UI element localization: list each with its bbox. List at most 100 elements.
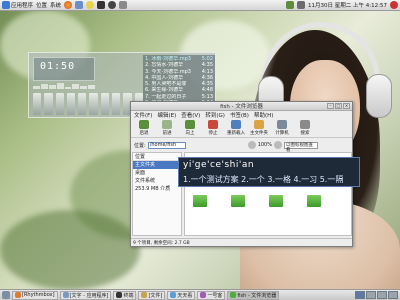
ime-candidate-list[interactable]: 1.一个测试方案 2.一个 3.一格 4.一习 5.一隔: [183, 174, 343, 185]
menu-item-5[interactable]: 帮助(H): [254, 111, 273, 119]
back-icon: [139, 120, 149, 129]
folder-icon[interactable]: [269, 195, 283, 207]
firefox-launcher-icon[interactable]: [64, 1, 73, 9]
clock[interactable]: 11月30日 星期二 上午 4:12:57: [308, 1, 387, 9]
toolbar-button[interactable]: 计算机: [272, 120, 292, 137]
sidebar-item[interactable]: 桌面: [133, 169, 181, 177]
camera-launcher-icon[interactable]: [108, 1, 117, 9]
taskbar-item-label: fish - 文件浏览器: [237, 292, 277, 299]
toolbar-button[interactable]: 停止: [203, 120, 223, 137]
minimize-icon[interactable]: –: [327, 103, 334, 109]
menu-item-3[interactable]: 转到(G): [205, 111, 225, 119]
toolbar-button[interactable]: 后退: [134, 120, 154, 137]
toolbar-button[interactable]: 主文件夹: [249, 120, 269, 137]
show-desktop-icon[interactable]: [2, 291, 10, 299]
equalizer[interactable]: [33, 93, 143, 115]
toolbar: 后退 前进 向上 停止 重新载入 主文件夹 计算机 搜索: [131, 120, 352, 138]
menu-item-4[interactable]: 书签(B): [230, 111, 249, 119]
sidebar-item[interactable]: 文件系统: [133, 177, 181, 185]
menu-item-1[interactable]: 编辑(E): [157, 111, 176, 119]
player-display: 01:50: [33, 57, 95, 81]
taskbar-item[interactable]: [文字 - 应用程序]: [59, 290, 112, 300]
taskbar-item-label: [文件]: [148, 292, 163, 299]
toolbar-button[interactable]: 向上: [180, 120, 200, 137]
sidebar-item[interactable]: 253.9 MB 介质: [133, 185, 181, 193]
window-icon: [62, 292, 69, 298]
ime-candidate-window: yi'ge'ce'shi'an 1.一个测试方案 2.一个 3.一格 4.一习 …: [178, 157, 360, 187]
music-launcher-icon[interactable]: [97, 1, 106, 9]
home-icon: [254, 120, 264, 129]
taskbar-item-label: 天天看: [177, 292, 193, 299]
system-menu[interactable]: 系统: [50, 1, 61, 9]
menu-item-0[interactable]: 文件(F): [134, 111, 152, 119]
location-label: 位置:: [134, 142, 146, 149]
taskbar-item[interactable]: [文件]: [138, 290, 166, 300]
zoom-out-icon[interactable]: [247, 141, 256, 149]
workspace-2[interactable]: [366, 291, 376, 299]
mail-launcher-icon[interactable]: [75, 1, 84, 9]
close-icon[interactable]: ×: [343, 103, 350, 109]
folder-icon[interactable]: [307, 195, 321, 207]
taskbar-item-label: 终端: [123, 292, 134, 299]
window-icon: [116, 292, 123, 298]
toolbar-button-label: 后退: [139, 131, 149, 136]
status-bar: 9 个项目, 剩余空间: 2.7 GB: [131, 238, 352, 247]
workspace-1[interactable]: [355, 291, 365, 299]
window-icon: [170, 292, 177, 298]
zoom-level: 100%: [257, 142, 272, 148]
toolbar-button-label: 停止: [208, 131, 218, 136]
system-tray: 11月30日 星期二 上午 4:12:57: [286, 1, 398, 9]
taskbar-item[interactable]: 一号客: [197, 290, 226, 300]
location-bar: 位置: /home/fish 100% 以图标视图查看: [131, 140, 352, 153]
top-panel: 应用程序 位置 系统 11月30日 星期二 上午 4:12:57: [0, 0, 400, 11]
forward-icon: [162, 120, 172, 129]
workspace-3[interactable]: [377, 291, 387, 299]
menu-item-2[interactable]: 查看(V): [181, 111, 200, 119]
folder-icon[interactable]: [231, 195, 245, 207]
view-mode-select[interactable]: 以图标视图查看: [283, 141, 318, 153]
window-icon: [200, 292, 207, 298]
taskbar-item[interactable]: 终端: [113, 290, 137, 300]
taskbar-item-label: [Rhythmbox]: [22, 292, 55, 298]
toolbar-button-label: 搜索: [300, 131, 310, 136]
editor-launcher-icon[interactable]: [119, 1, 128, 9]
taskbar-item-label: 一号客: [207, 292, 223, 299]
window-icon: [141, 292, 148, 298]
computer-icon: [277, 120, 287, 129]
places-menu[interactable]: 位置: [36, 1, 47, 9]
menu-bar: 文件(F) 编辑(E) 查看(V) 转到(G) 书签(B) 帮助(H): [131, 111, 352, 119]
zoom-in-icon[interactable]: [273, 141, 282, 149]
toolbar-button[interactable]: 前进: [157, 120, 177, 137]
applications-menu[interactable]: 应用程序: [2, 1, 33, 9]
folder-icon[interactable]: [193, 195, 207, 207]
bottom-taskbar: [Rhythmbox] [文字 - 应用程序] 终端 [文件] 天天看 一号客 fish -…: [0, 289, 400, 300]
toolbar-button[interactable]: 重新载入: [226, 120, 246, 137]
workspace-switcher[interactable]: [355, 291, 398, 299]
toolbar-button-label: 主文件夹: [250, 131, 268, 136]
taskbar-item[interactable]: fish - 文件浏览器: [227, 290, 280, 300]
location-input[interactable]: /home/fish: [147, 141, 186, 149]
window-title: fish - 文件浏览器: [220, 104, 263, 110]
toolbar-button[interactable]: 搜索: [295, 120, 315, 137]
toolbar-button-label: 重新载入: [227, 131, 245, 136]
taskbar-item[interactable]: 天天看: [167, 290, 196, 300]
window-icon: [230, 292, 237, 298]
gnome-foot-icon: [2, 1, 10, 9]
sidebar-header[interactable]: 位置: [133, 153, 181, 161]
maximize-icon[interactable]: □: [335, 103, 342, 109]
volume-icon[interactable]: [297, 1, 306, 9]
window-titlebar[interactable]: fish - 文件浏览器 – □ ×: [131, 102, 352, 111]
network-icon[interactable]: [286, 1, 295, 9]
reload-icon: [231, 120, 241, 129]
sidebar: 位置 主文件夹 桌面 文件系统 253.9 MB 介质: [132, 152, 182, 236]
search-icon: [300, 120, 310, 129]
stop-icon: [208, 120, 218, 129]
status-text: 9 个项目, 剩余空间: 2.7 GB: [133, 241, 190, 246]
toolbar-button-label: 向上: [185, 131, 195, 136]
player-time: 01:50: [40, 61, 76, 72]
help-launcher-icon[interactable]: [86, 1, 95, 9]
workspace-4[interactable]: [388, 291, 398, 299]
taskbar-item[interactable]: [Rhythmbox]: [12, 290, 58, 300]
power-icon[interactable]: [390, 1, 398, 9]
sidebar-item[interactable]: 主文件夹: [133, 161, 181, 169]
